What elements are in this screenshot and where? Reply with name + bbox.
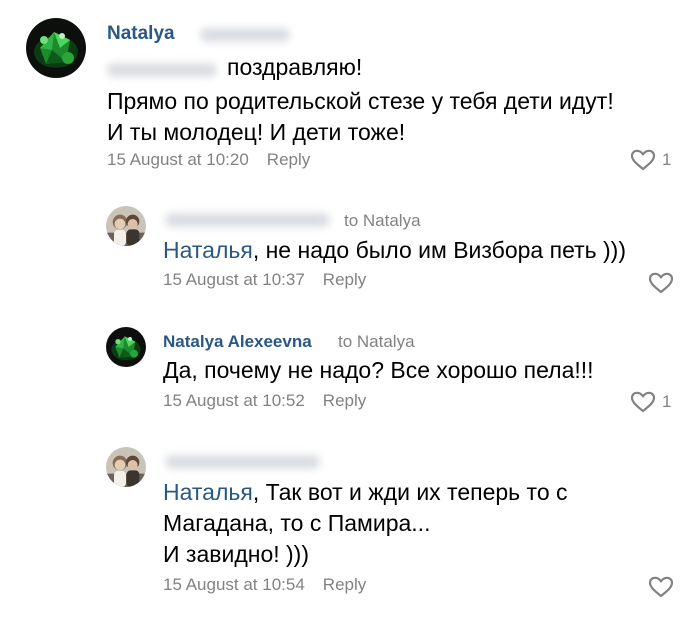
reply-to[interactable]: to Natalya [344, 211, 421, 231]
avatar[interactable] [26, 18, 86, 78]
comment-text-body: , не надо было им Визбора петь ))) [252, 237, 626, 263]
comment-text-line-3: И ты молодец! И дети тоже! [107, 119, 406, 145]
heart-icon [648, 272, 674, 294]
comment-date[interactable]: 15 August at 10:52 [163, 391, 305, 410]
comment-meta: 15 August at 10:37 Reply [163, 270, 366, 290]
heart-icon [630, 391, 656, 413]
reply-button[interactable]: Reply [267, 150, 310, 169]
like-button[interactable] [648, 576, 674, 598]
like-count: 1 [662, 150, 672, 169]
comment-text: Да, почему не надо? Все хорошо пела!!! [163, 357, 594, 383]
comment-meta: 15 August at 10:52 Reply [163, 391, 366, 411]
reply-button[interactable]: Reply [323, 270, 366, 289]
reply-button[interactable]: Reply [323, 575, 366, 594]
hidden-author [165, 455, 320, 469]
reply-button[interactable]: Reply [323, 391, 366, 410]
avatar[interactable] [106, 327, 146, 367]
comment-text-body: , Так вот и жди их теперь то с [252, 479, 568, 505]
emerald-avatar-icon [26, 18, 86, 78]
like-button[interactable]: 1 [630, 149, 671, 171]
comment-text: Наталья, не надо было им Визбора петь ))… [163, 235, 626, 266]
comment-meta: 15 August at 10:54 Reply [163, 575, 366, 595]
hidden-author [165, 213, 330, 227]
comment-text-line-2: Магадана, то с Памира... [163, 510, 431, 536]
like-count: 1 [662, 392, 672, 411]
comment-date[interactable]: 15 August at 10:37 [163, 270, 305, 289]
emerald-avatar-icon [106, 327, 146, 367]
couple-photo-avatar-icon [106, 206, 146, 246]
comment-text-line-2: Прямо по родительской стезе у тебя дети … [107, 88, 614, 114]
avatar[interactable] [106, 447, 146, 487]
heart-icon [630, 149, 656, 171]
mention-link[interactable]: Наталья [163, 479, 253, 505]
like-button[interactable] [648, 272, 674, 294]
comment-text-line-3: И завидно! ))) [163, 541, 309, 567]
like-button[interactable]: 1 [630, 391, 671, 413]
comment-date[interactable]: 15 August at 10:54 [163, 575, 305, 594]
reply-to[interactable]: to Natalya [338, 332, 415, 352]
comment-text-line-1: поздравляю! [227, 54, 363, 80]
comment-author[interactable]: Natalya [107, 23, 175, 45]
hidden-mention [107, 63, 217, 77]
comment-date[interactable]: 15 August at 10:20 [107, 150, 249, 169]
comment-text-line-1: Наталья, Так вот и жди их теперь то с [163, 477, 568, 508]
hidden-surname [200, 28, 290, 42]
couple-photo-avatar-icon [106, 447, 146, 487]
comment-author[interactable]: Natalya Alexeevna [163, 332, 312, 352]
heart-icon [648, 576, 674, 598]
comment-meta: 15 August at 10:20 Reply [107, 150, 310, 170]
mention-link[interactable]: Наталья [163, 237, 253, 263]
avatar[interactable] [106, 206, 146, 246]
